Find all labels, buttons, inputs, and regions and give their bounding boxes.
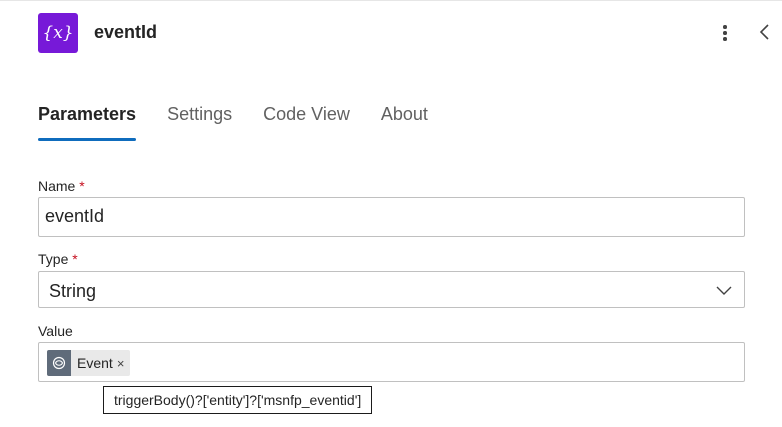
type-label: Type * [38,251,78,267]
name-label: Name * [38,178,85,194]
type-selected-value: String [49,281,97,301]
tab-code-view[interactable]: Code View [263,104,350,142]
collapse-chevron-left-icon[interactable] [756,21,774,43]
value-field[interactable]: Event × [38,342,745,382]
required-mark: * [72,251,78,267]
chevron-down-icon [716,286,732,295]
tab-parameters[interactable]: Parameters [38,104,137,142]
name-field[interactable]: eventId [38,197,745,237]
token-label: Event [77,355,113,371]
variable-icon: {x} [38,13,78,53]
type-label-text: Type [38,251,69,267]
required-mark: * [79,178,85,194]
value-label: Value [38,323,73,339]
action-title: eventId [94,22,158,42]
tab-about[interactable]: About [381,104,428,142]
tab-settings[interactable]: Settings [167,104,232,142]
type-dropdown[interactable]: String [38,271,745,308]
token-expression-tooltip: triggerBody()?['entity']?['msnfp_eventid… [103,386,373,414]
more-options-icon[interactable] [718,22,732,44]
dynamic-content-token[interactable]: Event × [47,350,131,376]
token-remove-icon[interactable]: × [117,356,125,371]
top-divider [0,0,782,1]
tab-list: Parameters Settings Code View About [38,104,459,144]
dataverse-icon [47,350,71,376]
name-label-text: Name [38,178,76,194]
